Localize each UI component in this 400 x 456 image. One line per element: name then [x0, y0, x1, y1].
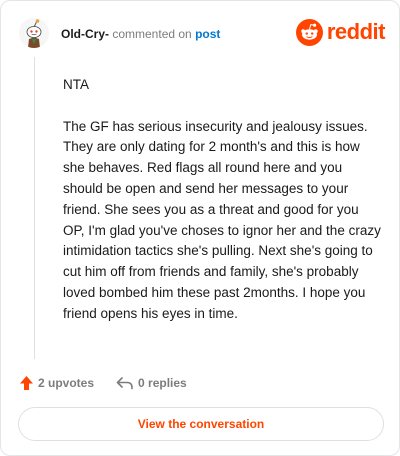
action-text: commented on: [112, 27, 192, 41]
reply-arrow-icon: [116, 377, 133, 390]
view-conversation-button[interactable]: View the conversation: [18, 407, 384, 441]
reply-count: 0 replies: [138, 376, 187, 390]
username-link[interactable]: Old-Cry-: [61, 27, 109, 41]
reddit-logo[interactable]: reddit: [295, 18, 386, 46]
comment-paragraph: The GF has serious insecurity and jealou…: [63, 118, 381, 321]
comment-card: Old-Cry- commented on post reddit NTA Th…: [0, 0, 400, 456]
comment-body: NTA The GF has serious insecurity and je…: [63, 75, 383, 345]
upvote-count: 2 upvotes: [38, 376, 95, 390]
snoo-avatar-icon: [19, 18, 49, 48]
reddit-snoo-logo-icon: [295, 18, 323, 46]
comment-header: Old-Cry- commented on post reddit: [19, 17, 386, 53]
comment-byline: Old-Cry- commented on post: [61, 27, 220, 41]
replies-button[interactable]: 0 replies: [116, 376, 187, 390]
user-avatar[interactable]: [19, 18, 49, 48]
comment-actions: 2 upvotes 0 replies: [19, 373, 187, 393]
post-link[interactable]: post: [195, 27, 220, 41]
brand-wordmark: reddit: [326, 19, 386, 44]
upvote-button[interactable]: 2 upvotes: [19, 375, 94, 391]
thread-line: [34, 57, 35, 359]
comment-paragraph: NTA: [63, 77, 89, 92]
upvote-arrow-icon: [20, 376, 33, 390]
